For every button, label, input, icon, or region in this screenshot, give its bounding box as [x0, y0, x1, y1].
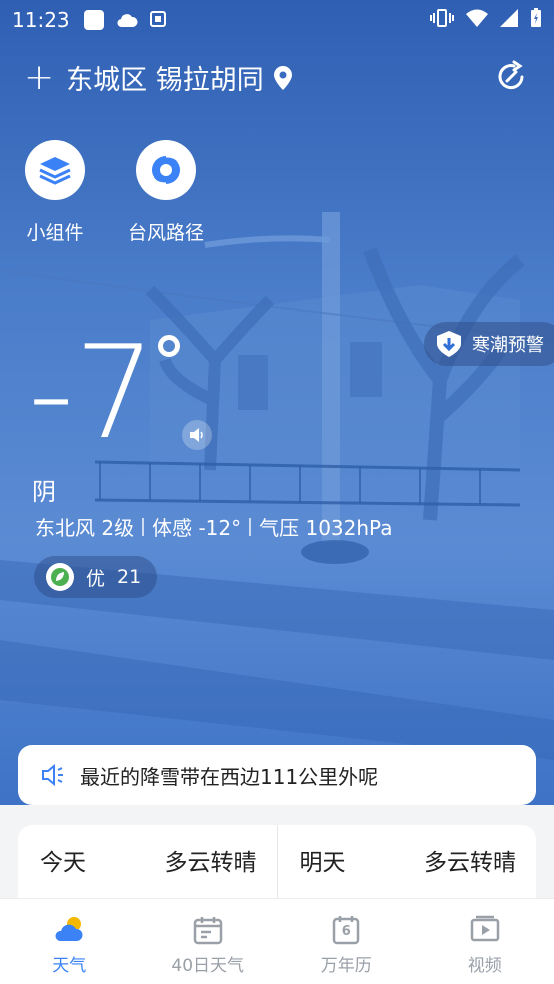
forecast-tomorrow[interactable]: 明天 多云转晴: [276, 825, 537, 905]
location-name: 东城区 锡拉胡同: [66, 65, 264, 96]
tab-label: 视频: [467, 956, 502, 976]
location-header[interactable]: + 东城区 锡拉胡同: [24, 58, 292, 97]
aqi-value: 21: [117, 566, 142, 588]
location-pin-icon: [273, 65, 292, 90]
typhoon-icon: [136, 140, 196, 200]
leaf-icon: [46, 563, 74, 591]
forecast-condition: 多云转晴: [424, 850, 516, 876]
aqi-label: 优: [86, 567, 106, 590]
speaker-icon: [40, 762, 66, 788]
speaker-icon: [190, 428, 203, 442]
status-bar: 11:23: [0, 0, 554, 40]
daily-forecast[interactable]: 今天 多云转晴 明天 多云转晴: [18, 825, 536, 905]
weather-details: 东北风 2级 体感 -12° 气压 1032hPa: [35, 512, 392, 541]
battery-icon: [530, 7, 542, 33]
wind-info: 东北风 2级: [35, 516, 135, 540]
calendar-icon: 6: [329, 913, 363, 947]
vibrate-icon: [430, 8, 454, 33]
tab-40-day[interactable]: 40日天气: [139, 899, 278, 984]
weather-condition: 阴: [32, 478, 56, 506]
calendar-list-icon: [191, 913, 225, 947]
tab-weather[interactable]: 天气: [0, 899, 139, 984]
forecast-today[interactable]: 今天 多云转晴: [18, 825, 277, 905]
refresh-icon[interactable]: [494, 60, 528, 94]
add-city-icon[interactable]: +: [24, 59, 54, 96]
keyboard-notification-icon: [149, 8, 166, 32]
cold-wave-alert-badge[interactable]: 寒潮预警: [424, 322, 554, 366]
calendar-day-number: 6: [341, 924, 351, 939]
tab-label: 天气: [52, 956, 87, 976]
voice-broadcast-button[interactable]: [182, 420, 212, 450]
current-temperature: -7: [28, 319, 156, 468]
shortcut-widgets[interactable]: 小组件: [5, 140, 105, 245]
tab-label: 40日天气: [171, 956, 245, 976]
aqi-badge[interactable]: 优 21: [34, 556, 158, 598]
shortcut-label: 台风路径: [127, 222, 204, 244]
bottom-tab-bar: 天气 40日天气 6 万年历 视频: [0, 898, 554, 984]
video-icon: [468, 913, 502, 947]
forecast-day: 今天: [40, 850, 86, 876]
tab-label: 万年历: [320, 956, 372, 976]
degree-symbol: [158, 335, 180, 357]
wifi-icon: [466, 8, 488, 32]
cloud-notification-icon: [116, 8, 138, 32]
forecast-day: 明天: [299, 850, 346, 876]
cloud-sun-icon: [52, 913, 86, 947]
notice-text: 最近的降雪带在西边111公里外呢: [80, 764, 379, 789]
status-time: 11:23: [12, 8, 70, 32]
shortcut-typhoon[interactable]: 台风路径: [116, 140, 216, 245]
shortcut-label: 小组件: [26, 222, 84, 244]
precipitation-notice[interactable]: 最近的降雪带在西边111公里外呢: [18, 745, 536, 805]
tab-video[interactable]: 视频: [416, 899, 554, 984]
layers-icon: [25, 140, 85, 200]
divider: [249, 517, 252, 536]
alert-label: 寒潮预警: [472, 335, 544, 356]
feels-like-info: 体感 -12°: [152, 516, 242, 540]
cell-signal-icon: [500, 8, 518, 32]
alert-shield-icon: [436, 330, 462, 358]
forecast-condition: 多云转晴: [164, 850, 257, 876]
divider: [142, 517, 145, 536]
tab-calendar[interactable]: 6 万年历: [277, 899, 416, 984]
app-notification-icon: [83, 10, 104, 30]
pressure-info: 气压 1032hPa: [259, 516, 393, 540]
